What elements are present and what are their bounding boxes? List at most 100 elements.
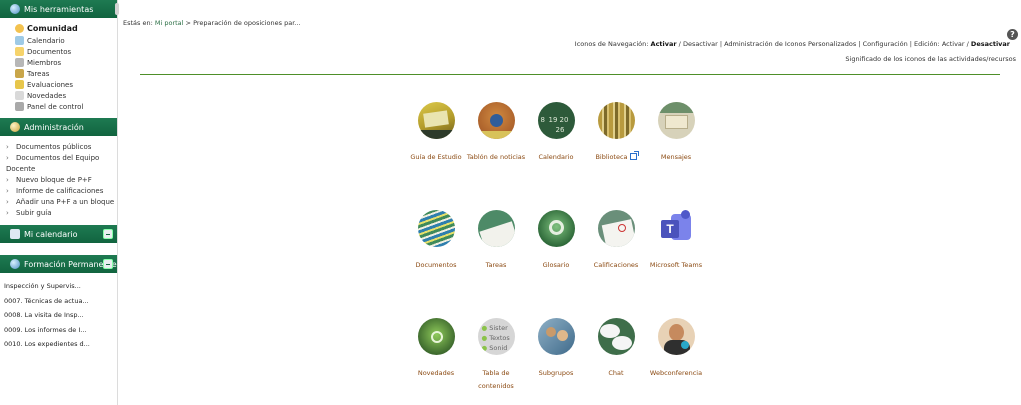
- admin-item-documentos-publicos[interactable]: Documentos públicos: [6, 142, 117, 153]
- help-icon[interactable]: ?: [1007, 29, 1018, 40]
- tile-label: Calendario: [538, 153, 574, 161]
- calendar-header-label: Mi calendario: [24, 229, 78, 239]
- webconference-icon: [657, 318, 695, 355]
- tool-item-tareas[interactable]: Tareas: [15, 68, 117, 79]
- tile-label: Calificaciones: [593, 261, 639, 269]
- icons-meaning-link[interactable]: Significado de los iconos de las activid…: [845, 55, 1016, 63]
- breadcrumb-link-mi-portal[interactable]: Mi portal: [155, 19, 184, 27]
- edicion-label: Edición:: [914, 40, 940, 48]
- tile-calendario[interactable]: 8 19 20 26 Calendario: [526, 102, 586, 164]
- edicion-desactivar-link[interactable]: Desactivar: [971, 40, 1010, 48]
- contents-line: ● Sonid: [481, 344, 508, 352]
- admin-block-header[interactable]: Administración: [0, 118, 117, 136]
- fp-list: Inspección y Supervis... 0007. Técnicas …: [0, 273, 117, 352]
- tile-label: Glosario: [542, 261, 570, 269]
- tile-tabla-contenidos[interactable]: ● Sister ● Textos ● Sonid Tabla de conte…: [466, 318, 526, 393]
- tile-label: Subgrupos: [538, 369, 574, 377]
- tile-label: Biblioteca: [586, 151, 646, 164]
- members-icon: [15, 58, 24, 67]
- calendar-block-header[interactable]: Mi calendario: [0, 225, 117, 243]
- fp-item[interactable]: 0008. La visita de Insp...: [4, 308, 113, 323]
- tool-item-calendario[interactable]: Calendario: [15, 35, 117, 46]
- tool-label: Tareas: [27, 69, 50, 78]
- fp-item[interactable]: 0009. Los informes de I...: [4, 323, 113, 338]
- fp-item[interactable]: Inspección y Supervis...: [4, 279, 113, 294]
- tile-novedades[interactable]: Novedades: [406, 318, 466, 380]
- nav-config-link[interactable]: Configuración: [863, 40, 908, 48]
- tool-item-evaluaciones[interactable]: Evaluaciones: [15, 79, 117, 90]
- admin-item-documentos-equipo[interactable]: Documentos del Equipo: [6, 153, 117, 164]
- contents-table-icon: ● Sister ● Textos ● Sonid: [477, 318, 515, 355]
- admin-item-subir-guia[interactable]: Subir guía: [6, 208, 117, 219]
- tool-item-miembros[interactable]: Miembros: [15, 57, 117, 68]
- tile-label: Mensajes: [660, 153, 692, 161]
- admin-header-label: Administración: [24, 122, 84, 132]
- external-link-icon: [629, 151, 639, 160]
- teams-icon: T: [657, 210, 695, 247]
- tile-microsoft-teams[interactable]: T Microsoft Teams: [646, 210, 706, 272]
- evaluations-icon: [15, 80, 24, 89]
- tool-label: Evaluaciones: [27, 80, 73, 89]
- sidebar-collapse-handle[interactable]: [115, 3, 119, 15]
- breadcrumb-separator: >: [185, 19, 191, 27]
- tool-item-panel[interactable]: Panel de control: [15, 101, 117, 112]
- nav-activar-link[interactable]: Activar: [651, 40, 677, 48]
- nav-admin-link[interactable]: Administración de Iconos Personalizados: [724, 40, 856, 48]
- tile-glosario[interactable]: Glosario: [526, 210, 586, 272]
- fp-block-header[interactable]: Formación Permanente: [0, 255, 117, 273]
- admin-item-nuevo-bloque[interactable]: Nuevo bloque de P+F: [6, 175, 117, 186]
- tile-label: Documentos: [415, 261, 457, 269]
- admin-item-docente[interactable]: Docente: [6, 164, 117, 175]
- collapse-icon[interactable]: [103, 229, 113, 239]
- documents-icon: [417, 210, 455, 247]
- tool-item-documentos[interactable]: Documentos: [15, 46, 117, 57]
- calendar-number: 19: [548, 116, 558, 124]
- nav-desactivar-link[interactable]: Desactivar: [683, 40, 718, 48]
- collapse-icon[interactable]: [103, 259, 113, 269]
- tile-label: Novedades: [417, 369, 455, 377]
- tool-label: Panel de control: [27, 102, 84, 111]
- messages-icon: [657, 102, 695, 139]
- tile-label: Tablón de noticias: [466, 153, 526, 161]
- tile-guia-estudio[interactable]: Guía de Estudio: [406, 102, 466, 164]
- tile-documentos[interactable]: Documentos: [406, 210, 466, 272]
- chat-icon: [597, 318, 635, 355]
- fp-item[interactable]: 0007. Técnicas de actua...: [4, 294, 113, 309]
- contents-line-text: Sonid: [489, 344, 508, 352]
- tool-label: Calendario: [27, 36, 65, 45]
- community-icon: [15, 24, 24, 33]
- admin-item-anadir-pf[interactable]: Añadir una P+F a un bloque: [6, 197, 117, 208]
- tools-list: Comunidad Calendario Documentos Miembros…: [0, 18, 117, 118]
- breadcrumb: Estás en: Mi portal > Preparación de opo…: [123, 19, 301, 27]
- tools-block-header[interactable]: Mis herramientas: [0, 0, 117, 18]
- tool-item-comunidad[interactable]: Comunidad: [15, 22, 117, 35]
- tile-label: Tabla de contenidos: [478, 369, 514, 390]
- tile-label: Guía de Estudio: [410, 153, 462, 161]
- calendar-number: 8: [540, 116, 545, 124]
- grades-icon: [597, 210, 635, 247]
- tile-label: Chat: [608, 369, 624, 377]
- tool-label: Comunidad: [27, 24, 78, 33]
- tasks-icon: [477, 210, 515, 247]
- tile-tablon-noticias[interactable]: Tablón de noticias: [466, 102, 526, 164]
- tools-header-label: Mis herramientas: [24, 4, 94, 14]
- tile-mensajes[interactable]: Mensajes: [646, 102, 706, 164]
- tile-subgrupos[interactable]: Subgrupos: [526, 318, 586, 380]
- nav-icons-controls: Iconos de Navegación: Activar / Desactiv…: [574, 40, 1010, 48]
- news-icon: [417, 318, 455, 355]
- tool-item-novedades[interactable]: Novedades: [15, 90, 117, 101]
- tile-calificaciones[interactable]: Calificaciones: [586, 210, 646, 272]
- tile-tareas[interactable]: Tareas: [466, 210, 526, 272]
- tile-chat[interactable]: Chat: [586, 318, 646, 380]
- calendar-number: 20: [559, 116, 569, 124]
- admin-item-informe[interactable]: Informe de calificaciones: [6, 186, 117, 197]
- calendar-icon: 8 19 20 26: [537, 102, 575, 139]
- contents-line-text: Textos: [489, 334, 510, 342]
- fp-item[interactable]: 0010. Los expedientes d...: [4, 337, 113, 352]
- bulletin-board-icon: [477, 102, 515, 139]
- tile-webconferencia[interactable]: Webconferencia: [646, 318, 706, 380]
- edicion-activar-link[interactable]: Activar: [942, 40, 965, 48]
- tile-biblioteca[interactable]: Biblioteca: [586, 102, 646, 164]
- nav-icons-label: Iconos de Navegación:: [574, 40, 649, 48]
- control-panel-icon: [15, 102, 24, 111]
